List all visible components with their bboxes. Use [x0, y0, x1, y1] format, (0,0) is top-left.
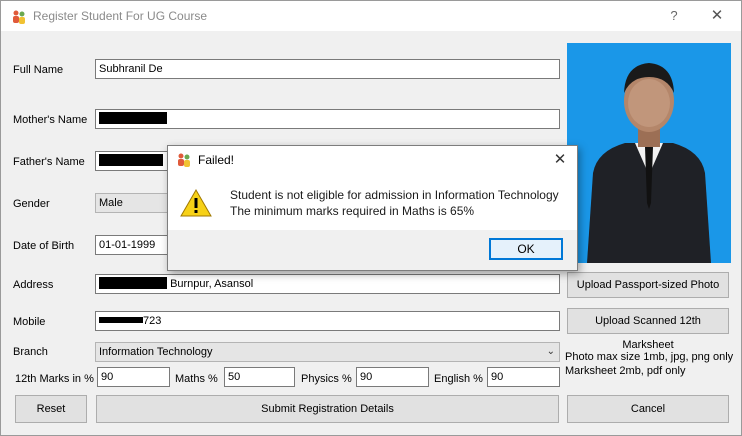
twelfth-marks-label: 12th Marks in % [15, 373, 94, 385]
gender-label: Gender [13, 198, 50, 210]
dialog-close-button[interactable]: ✕ [550, 150, 570, 170]
chevron-down-icon: ⌄ [546, 346, 555, 357]
address-value: Burnpur, Asansol [170, 278, 254, 290]
mobile-value: 723 [143, 315, 162, 327]
twelfth-marks-input[interactable]: 90 [97, 367, 170, 387]
twelfth-marks-value: 90 [101, 371, 114, 383]
failed-dialog: Failed! ✕ Student is not eligible for ad… [167, 145, 578, 271]
submit-button[interactable]: Submit Registration Details [96, 395, 559, 423]
full-name-label: Full Name [13, 64, 64, 76]
dob-label: Date of Birth [13, 240, 75, 252]
dob-value: 01-01-1999 [99, 239, 156, 251]
branch-label: Branch [13, 346, 48, 358]
maths-input[interactable]: 50 [224, 367, 295, 387]
branch-value: Information Technology [99, 346, 213, 358]
dialog-title: Failed! [198, 153, 235, 167]
close-button[interactable]: ✕ [706, 6, 728, 26]
mobile-label: Mobile [13, 316, 46, 328]
gender-value: Male [99, 197, 123, 209]
mobile-input[interactable]: 723 [95, 311, 560, 331]
maths-value: 50 [228, 371, 241, 383]
warning-icon [180, 188, 212, 217]
maths-label: Maths % [175, 373, 218, 385]
english-label: English % [434, 373, 483, 385]
redacted-block [99, 277, 167, 289]
branch-select[interactable]: Information Technology ⌄ [95, 342, 560, 362]
mothers-name-label: Mother's Name [13, 114, 88, 126]
upload-marksheet-button[interactable]: Upload Scanned 12th Marksheet [567, 308, 729, 351]
address-input[interactable]: Burnpur, Asansol [95, 274, 560, 294]
dialog-title-bar: Failed! ✕ [168, 146, 577, 174]
physics-input[interactable]: 90 [356, 367, 429, 387]
dialog-message-line2: The minimum marks required in Maths is 6… [230, 204, 475, 218]
person-photo-image [567, 43, 731, 263]
fathers-name-label: Father's Name [13, 156, 85, 168]
window-title: Register Student For UG Course [33, 9, 208, 23]
ok-button[interactable]: OK [489, 238, 563, 260]
english-input[interactable]: 90 [487, 367, 560, 387]
cancel-button[interactable]: Cancel [567, 395, 729, 423]
full-name-value: Subhranil De [99, 63, 163, 75]
upload-photo-button[interactable]: Upload Passport-sized Photo [567, 272, 729, 298]
photo-size-note: Photo max size 1mb, jpg, png only [565, 351, 734, 363]
redacted-block [99, 112, 167, 124]
redacted-block [99, 317, 143, 323]
full-name-input[interactable]: Subhranil De [95, 59, 560, 79]
marksheet-size-note: Marksheet 2mb, pdf only [565, 365, 686, 377]
people-icon [13, 10, 25, 24]
physics-value: 90 [360, 371, 373, 383]
redacted-block [99, 154, 163, 166]
address-label: Address [13, 279, 54, 291]
reset-button[interactable]: Reset [15, 395, 87, 423]
dialog-message-line1: Student is not eligible for admission in… [230, 188, 559, 202]
mothers-name-input[interactable] [95, 109, 560, 129]
english-value: 90 [491, 371, 504, 383]
title-bar: Register Student For UG Course ? ✕ [1, 1, 741, 31]
people-icon [178, 153, 190, 167]
student-photo [567, 43, 731, 263]
physics-label: Physics % [301, 373, 352, 385]
help-button[interactable]: ? [663, 6, 685, 26]
dialog-body: Student is not eligible for admission in… [168, 174, 577, 230]
